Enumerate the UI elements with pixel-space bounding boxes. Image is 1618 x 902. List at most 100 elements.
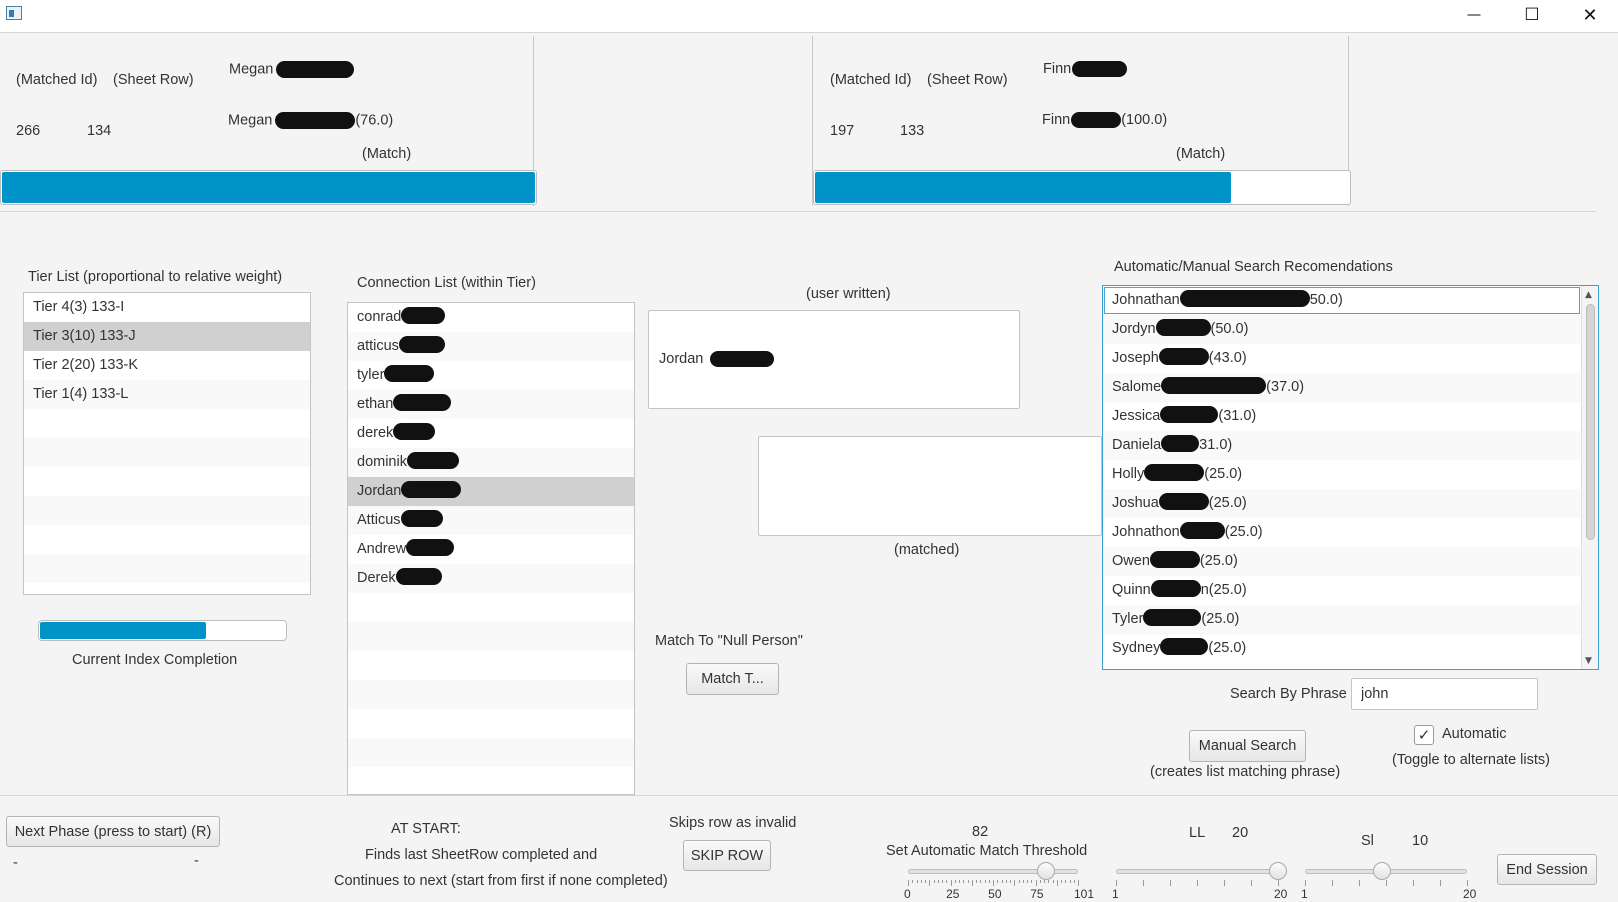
- redacted-text: [1143, 609, 1202, 627]
- slider-tick: [950, 880, 952, 886]
- redacted-text: [1150, 580, 1201, 598]
- slider-tick: [1440, 880, 1441, 886]
- matched-name: Finn (100.0): [1042, 112, 1168, 129]
- slider-tick-label: 0: [904, 887, 911, 901]
- slider-tick-label: 25: [946, 887, 960, 901]
- scrollbar-thumb[interactable]: [1586, 304, 1595, 540]
- recommendation-item[interactable]: Joseph (43.0): [1103, 344, 1581, 373]
- slider-tick: [937, 880, 939, 883]
- scroll-up-icon[interactable]: ▲: [1585, 290, 1592, 300]
- tier-list-item[interactable]: Tier 3(10) 133-J: [24, 322, 310, 351]
- matched-id-label: (Matched Id): [16, 72, 98, 88]
- recommendation-item[interactable]: Holly (25.0): [1103, 460, 1581, 489]
- slider-thumb[interactable]: [1372, 862, 1391, 880]
- connection-list-item[interactable]: Andrew: [348, 535, 634, 564]
- redacted-text: [406, 452, 459, 470]
- automatic-checkbox[interactable]: ✓: [1414, 725, 1434, 745]
- slider-tick: [912, 880, 914, 883]
- automatic-label: Automatic: [1442, 726, 1507, 742]
- connection-list-item[interactable]: Atticus: [348, 506, 634, 535]
- slider-tick: [971, 880, 973, 886]
- threshold-slider[interactable]: 0 25 50 75 101: [904, 862, 1094, 902]
- recommendations-scrollbar[interactable]: ▲ ▼: [1581, 286, 1598, 669]
- scroll-down-icon[interactable]: ▼: [1585, 656, 1592, 666]
- at-start-line2: Continues to next (start from first if n…: [334, 873, 668, 889]
- slider-tick: [1332, 880, 1333, 886]
- recommendation-item[interactable]: Jordyn (50.0): [1103, 315, 1581, 344]
- user-written-field[interactable]: Jordan: [648, 310, 1020, 409]
- sl-slider[interactable]: 1 20: [1301, 862, 1476, 902]
- ll-slider[interactable]: 1 20: [1112, 862, 1287, 902]
- slider-tick: [1224, 880, 1225, 886]
- list-item-label: Jordan: [357, 483, 402, 499]
- connection-list-item[interactable]: conrad: [348, 303, 634, 332]
- recommendation-item[interactable]: Salome (37.0): [1103, 373, 1581, 402]
- recommendations-list[interactable]: Johnathan 50.0) Jordyn (50.0) Joseph (43.0) Sa…: [1102, 285, 1599, 670]
- connection-list-item[interactable]: tyler: [348, 361, 634, 390]
- recommendation-item[interactable]: Johnathan 50.0): [1103, 286, 1581, 315]
- connection-list-item[interactable]: atticus: [348, 332, 634, 361]
- tier-list-item[interactable]: Tier 1(4) 133-L: [24, 380, 310, 409]
- maximize-button[interactable]: ☐: [1508, 0, 1556, 30]
- list-item-label: atticus: [357, 338, 399, 354]
- slider-tick: [1014, 880, 1016, 886]
- recommendation-score: n(25.0): [1200, 582, 1247, 598]
- title-bar: — ☐ ✕: [0, 0, 1618, 33]
- list-item-label: Tier 1(4) 133-L: [33, 386, 129, 402]
- redacted-text: [1144, 464, 1205, 482]
- connection-list-item[interactable]: derek: [348, 419, 634, 448]
- recommendation-item[interactable]: Sydney (25.0): [1103, 634, 1581, 663]
- list-item-label: Holly: [1112, 466, 1145, 482]
- recommendation-score: (50.0): [1210, 321, 1249, 337]
- recommendation-item[interactable]: Tyler (25.0): [1103, 605, 1581, 634]
- next-phase-button[interactable]: Next Phase (press to start) (R): [6, 816, 220, 847]
- recommendation-item[interactable]: Quinn n(25.0): [1103, 576, 1581, 605]
- search-phrase-input[interactable]: [1351, 678, 1538, 710]
- list-item-label: Salome: [1112, 379, 1162, 395]
- index-progress-bar: [38, 620, 287, 641]
- manual-search-button[interactable]: Manual Search: [1189, 730, 1306, 762]
- close-button[interactable]: ✕: [1566, 0, 1614, 30]
- redacted-text: [1179, 522, 1225, 540]
- tier-list-item[interactable]: Tier 4(3) 133-I: [24, 293, 310, 322]
- recommendation-item[interactable]: Johnathon (25.0): [1103, 518, 1581, 547]
- slider-tick: [1061, 880, 1062, 883]
- tier-list[interactable]: Tier 4(3) 133-I Tier 3(10) 133-J Tier 2(20…: [23, 292, 311, 595]
- redacted-text: [1149, 551, 1200, 569]
- status-dash-left: -: [13, 855, 18, 871]
- user-written-value: Jordan: [659, 351, 775, 368]
- recommendation-item[interactable]: Daniela 31.0): [1103, 431, 1581, 460]
- redacted-text: [1160, 406, 1219, 424]
- slider-tick: [954, 880, 956, 883]
- connection-list-item[interactable]: dominik: [348, 448, 634, 477]
- match-label: (Match): [362, 146, 412, 162]
- at-start-title: AT START:: [391, 821, 461, 837]
- recommendation-item[interactable]: Jessica (31.0): [1103, 402, 1581, 431]
- match-null-person-button[interactable]: Match T...: [686, 663, 779, 695]
- slider-thumb[interactable]: [1269, 862, 1287, 880]
- matched-field[interactable]: [758, 436, 1102, 536]
- connection-list-item[interactable]: ethan: [348, 390, 634, 419]
- recommendation-item[interactable]: Owen (25.0): [1103, 547, 1581, 576]
- recommendation-score: (25.0): [1208, 640, 1247, 656]
- slider-thumb[interactable]: [1037, 862, 1056, 880]
- slider-tick: [1278, 880, 1279, 886]
- list-item-label: Sydney: [1112, 640, 1161, 656]
- slider-track[interactable]: [1116, 869, 1278, 874]
- minimize-button[interactable]: —: [1450, 0, 1498, 30]
- redacted-text: [1158, 493, 1209, 511]
- skip-row-button[interactable]: SKIP ROW: [683, 840, 771, 871]
- ll-label: LL: [1189, 825, 1206, 841]
- recommendation-score: (25.0): [1208, 495, 1247, 511]
- sheet-name: Finn: [1043, 61, 1128, 78]
- recommendation-item[interactable]: Joshua (25.0): [1103, 489, 1581, 518]
- tier-list-item[interactable]: Tier 2(20) 133-K: [24, 351, 310, 380]
- redacted-text: [1179, 290, 1310, 308]
- user-written-label: (user written): [806, 286, 891, 302]
- end-session-button[interactable]: End Session: [1497, 854, 1597, 885]
- index-progress-label: Current Index Completion: [72, 652, 238, 668]
- connection-list-item[interactable]: Jordan: [348, 477, 634, 506]
- manual-search-caption: (creates list matching phrase): [1150, 764, 1341, 780]
- connection-list-item[interactable]: Derek: [348, 564, 634, 593]
- connection-list[interactable]: conrad atticus tyler ethan derek dominik Jorda…: [347, 302, 635, 795]
